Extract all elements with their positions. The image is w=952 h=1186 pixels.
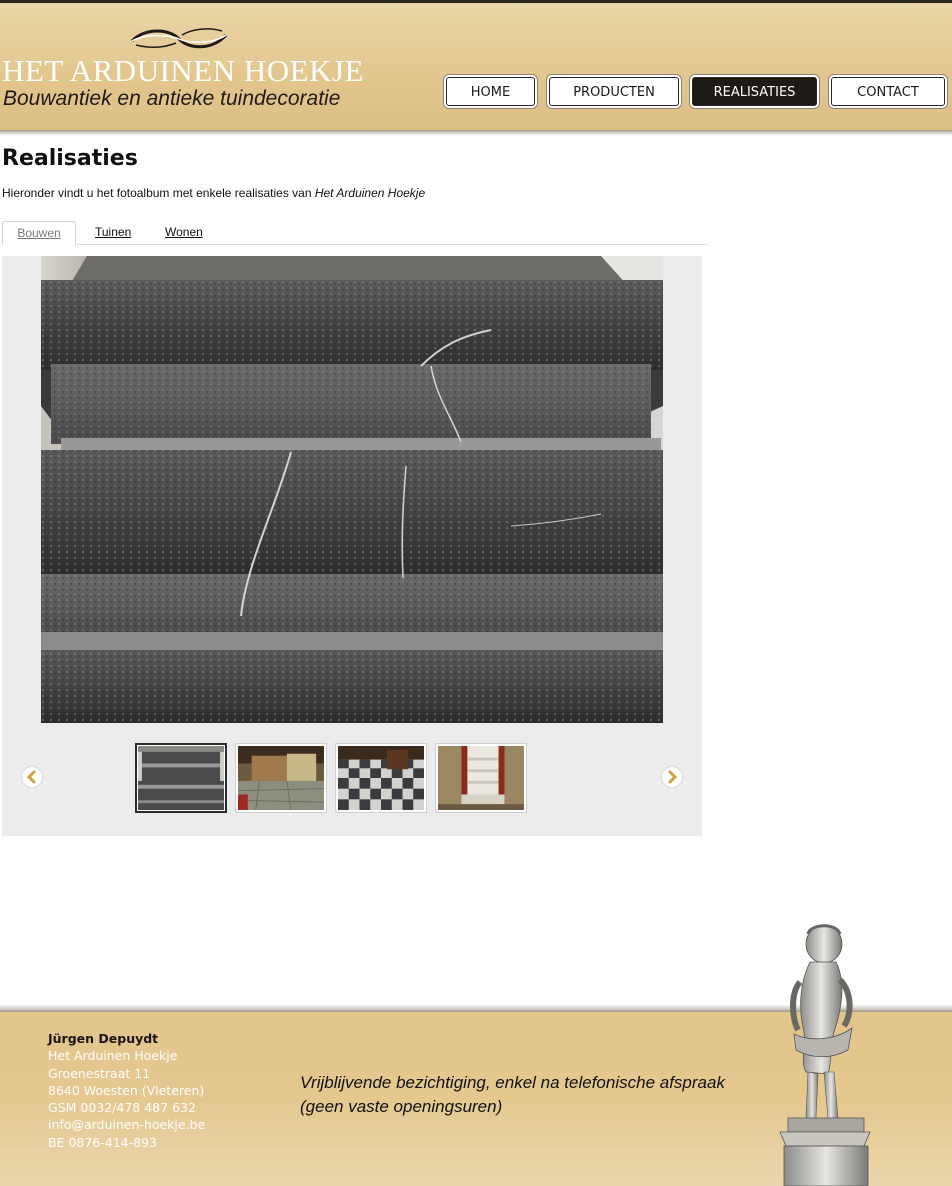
thumbnail-image	[338, 746, 424, 810]
visiting-notice: Vrijblijvende bezichtiging, enkel na tel…	[300, 1071, 770, 1119]
logo-ornament-icon	[130, 28, 228, 49]
tab-wonen[interactable]: Wonen	[165, 221, 203, 245]
thumbnail-image	[438, 746, 524, 810]
visiting-notice-line2: (geen vaste openingsuren)	[300, 1097, 503, 1116]
thumbnail-image	[138, 746, 224, 810]
main-photo	[41, 256, 663, 723]
contact-block: Jürgen Depuydt Het Arduinen Hoekje Groen…	[48, 1030, 205, 1151]
photo-gallery	[2, 256, 702, 836]
contact-email-link[interactable]: info@arduinen-hoekje.be	[48, 1116, 205, 1133]
thumbnail-image	[238, 746, 324, 810]
nav-producten-button[interactable]: PRODUCTEN	[549, 77, 679, 106]
cherub-statue-icon	[779, 924, 871, 1186]
logo-subtitle: Bouwantiek en antieke tuindecoratie	[3, 87, 341, 110]
visiting-notice-line1: Vrijblijvende bezichtiging, enkel na tel…	[300, 1073, 725, 1092]
intro-text: Hieronder vindt u het fotoalbum met enke…	[2, 186, 425, 200]
logo-title[interactable]: HET ARDUINEN HOEKJE	[2, 54, 363, 88]
tab-bouwen[interactable]: Bouwen	[2, 221, 76, 245]
contact-name: Jürgen Depuydt	[48, 1031, 159, 1046]
contact-city: 8640 Woesten (Vleteren)	[48, 1082, 205, 1098]
gallery-thumbnail[interactable]	[235, 743, 327, 813]
contact-phone: GSM 0032/478 487 632	[48, 1100, 196, 1116]
header-shadow	[0, 130, 952, 136]
gallery-thumbnail[interactable]	[135, 743, 227, 813]
page-title: Realisaties	[2, 146, 138, 171]
tab-tuinen[interactable]: Tuinen	[95, 221, 131, 245]
gallery-next-button[interactable]	[662, 767, 682, 787]
contact-street: Groenestraat 11	[48, 1065, 151, 1081]
chevron-right-icon	[668, 770, 678, 784]
nav-contact-button[interactable]: CONTACT	[831, 77, 945, 106]
nav-realisaties-button[interactable]: REALISATIES	[692, 77, 817, 106]
contact-vat: BE 0876-414-893	[48, 1134, 157, 1150]
intro-text-body: Hieronder vindt u het fotoalbum met enke…	[2, 186, 315, 200]
chevron-left-icon	[26, 770, 36, 784]
site-header: HET ARDUINEN HOEKJE Bouwantiek en antiek…	[0, 3, 952, 130]
gallery-thumbnail[interactable]	[335, 743, 427, 813]
gallery-prev-button[interactable]	[22, 767, 42, 787]
contact-company: Het Arduinen Hoekje	[48, 1048, 178, 1064]
gallery-thumbnail[interactable]	[435, 743, 527, 813]
intro-text-emphasis: Het Arduinen Hoekje	[314, 186, 426, 200]
nav-home-button[interactable]: HOME	[446, 77, 535, 106]
